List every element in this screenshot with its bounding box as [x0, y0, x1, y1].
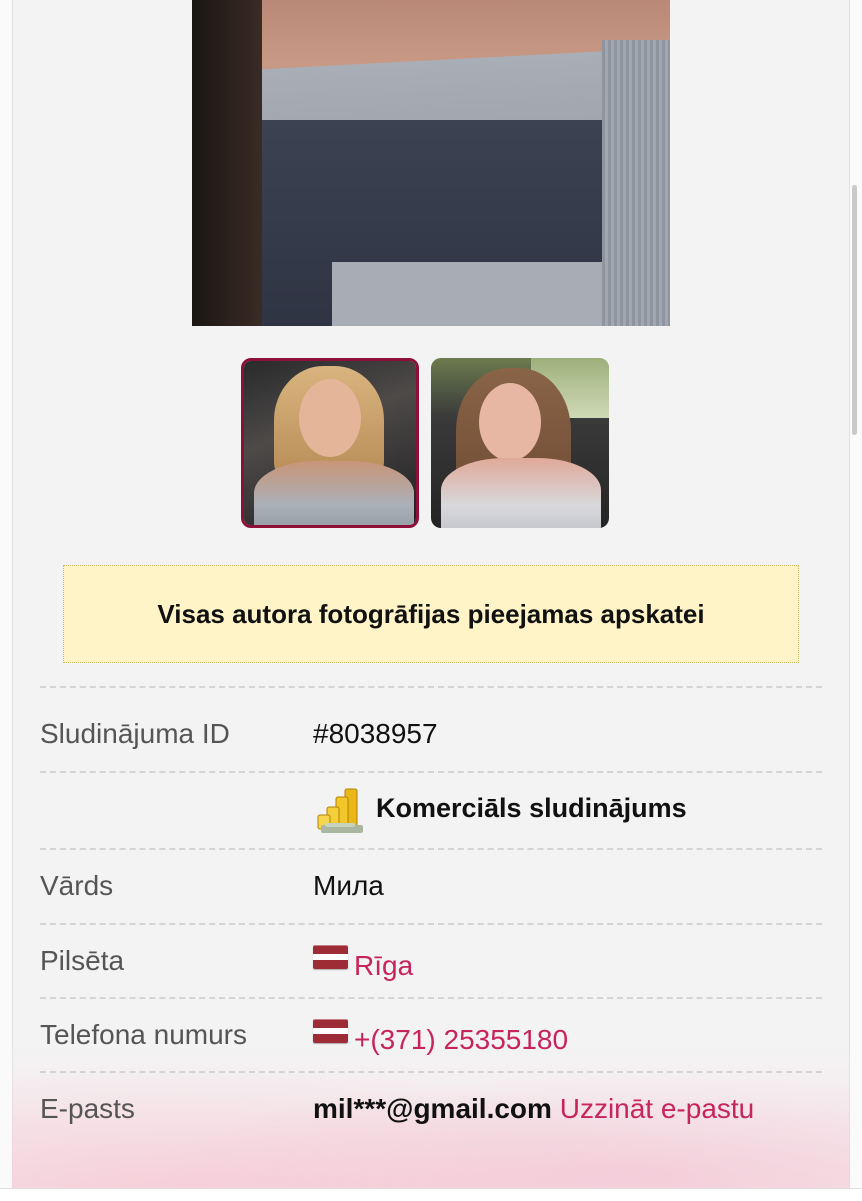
divider: [40, 771, 822, 773]
notice-text: Visas autora fotogrāfijas pieejamas apsk…: [157, 598, 705, 629]
photo-region-shadow: [192, 0, 262, 326]
city-value: Rīga: [313, 945, 413, 982]
divider: [40, 923, 822, 925]
thumbnail-face: [479, 383, 541, 461]
scrollbar[interactable]: [852, 185, 857, 435]
email-label: E-pasts: [40, 1093, 135, 1124]
phone-label: Telefona numurs: [40, 1019, 248, 1050]
commercial-ad-label: Komerciāls sludinājums: [376, 793, 687, 823]
main-photo[interactable]: [192, 0, 670, 326]
photo-thumbnail-1[interactable]: [241, 358, 419, 528]
divider: [40, 848, 822, 850]
latvia-flag-icon: [313, 945, 348, 969]
all-photos-notice: Visas autora fotogrāfijas pieejamas apsk…: [63, 565, 799, 663]
email-masked: mil***@gmail.com: [313, 1093, 552, 1124]
photo-thumbnail-2[interactable]: [431, 358, 609, 528]
ad-id-value: #8038957: [313, 718, 438, 749]
phone-link[interactable]: +(371) 25355180: [354, 1024, 568, 1055]
divider: [40, 686, 822, 688]
page-edge-left: [0, 0, 13, 1200]
thumbnail-face: [299, 379, 361, 457]
city-link[interactable]: Rīga: [354, 950, 413, 981]
bottom-bar: [0, 1188, 862, 1201]
reveal-email-link[interactable]: Uzzināt e-pastu: [560, 1093, 755, 1124]
thumbnail-body: [254, 461, 414, 525]
photo-region-sleeve: [602, 40, 670, 326]
name-label: Vārds: [40, 870, 114, 901]
coins-icon: [317, 788, 363, 833]
latvia-flag-icon: [313, 1019, 348, 1043]
city-label: Pilsēta: [40, 945, 125, 976]
email-value: mil***@gmail.com Uzzināt e-pastu: [313, 1093, 754, 1125]
photo-region-sweater-band: [332, 262, 622, 326]
page-edge-right: [849, 0, 862, 1200]
phone-value: +(371) 25355180: [313, 1019, 568, 1056]
ad-id-label: Sludinājuma ID: [40, 718, 230, 749]
name-value: Мила: [313, 870, 384, 901]
divider: [40, 1071, 822, 1073]
divider: [40, 997, 822, 999]
thumbnail-body: [441, 458, 601, 528]
